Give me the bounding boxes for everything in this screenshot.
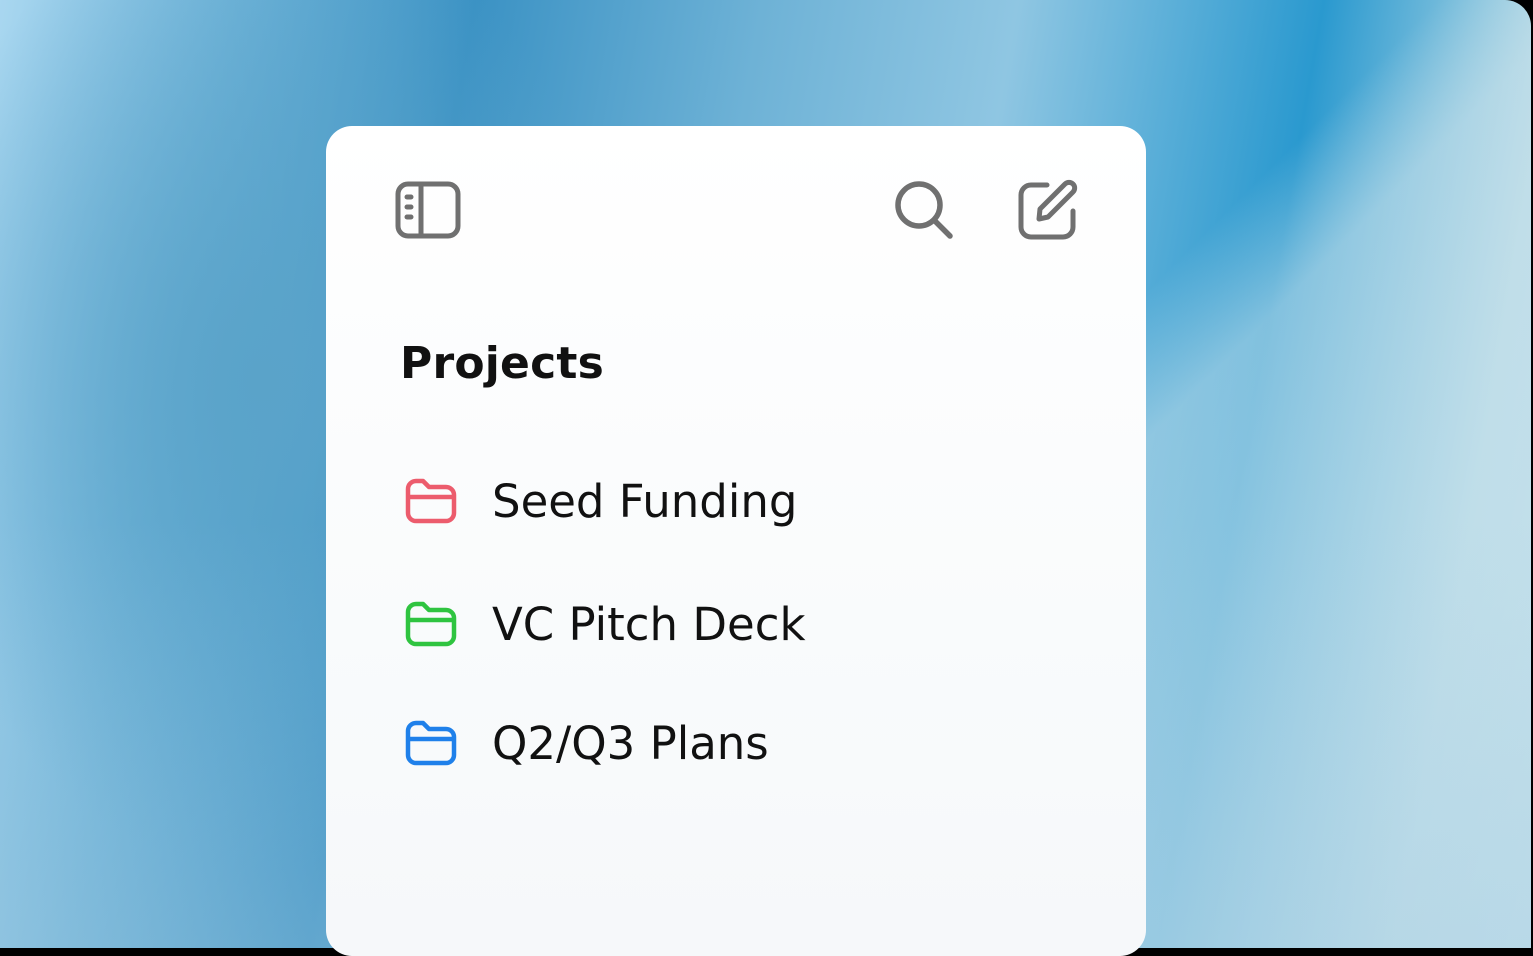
project-item-seed-funding[interactable]: Seed Funding: [400, 461, 1060, 541]
search-button[interactable]: [888, 174, 960, 246]
folder-icon: [400, 470, 462, 532]
search-icon: [892, 178, 956, 242]
compose-icon: [1017, 179, 1079, 241]
project-label: VC Pitch Deck: [492, 597, 806, 651]
projects-sidebar-panel: Projects Seed Funding VC Pitch Deck Q2/Q…: [326, 126, 1146, 956]
project-item-vc-pitch-deck[interactable]: VC Pitch Deck: [400, 584, 1060, 664]
folder-icon: [400, 593, 462, 655]
sidebar-toggle-button[interactable]: [392, 174, 464, 246]
project-label: Seed Funding: [492, 474, 798, 528]
section-title-projects: Projects: [400, 338, 605, 389]
sidebar-icon: [394, 180, 462, 240]
project-item-q2-q3-plans[interactable]: Q2/Q3 Plans: [400, 703, 1060, 783]
folder-icon: [400, 712, 462, 774]
project-label: Q2/Q3 Plans: [492, 716, 769, 770]
compose-button[interactable]: [1012, 174, 1084, 246]
